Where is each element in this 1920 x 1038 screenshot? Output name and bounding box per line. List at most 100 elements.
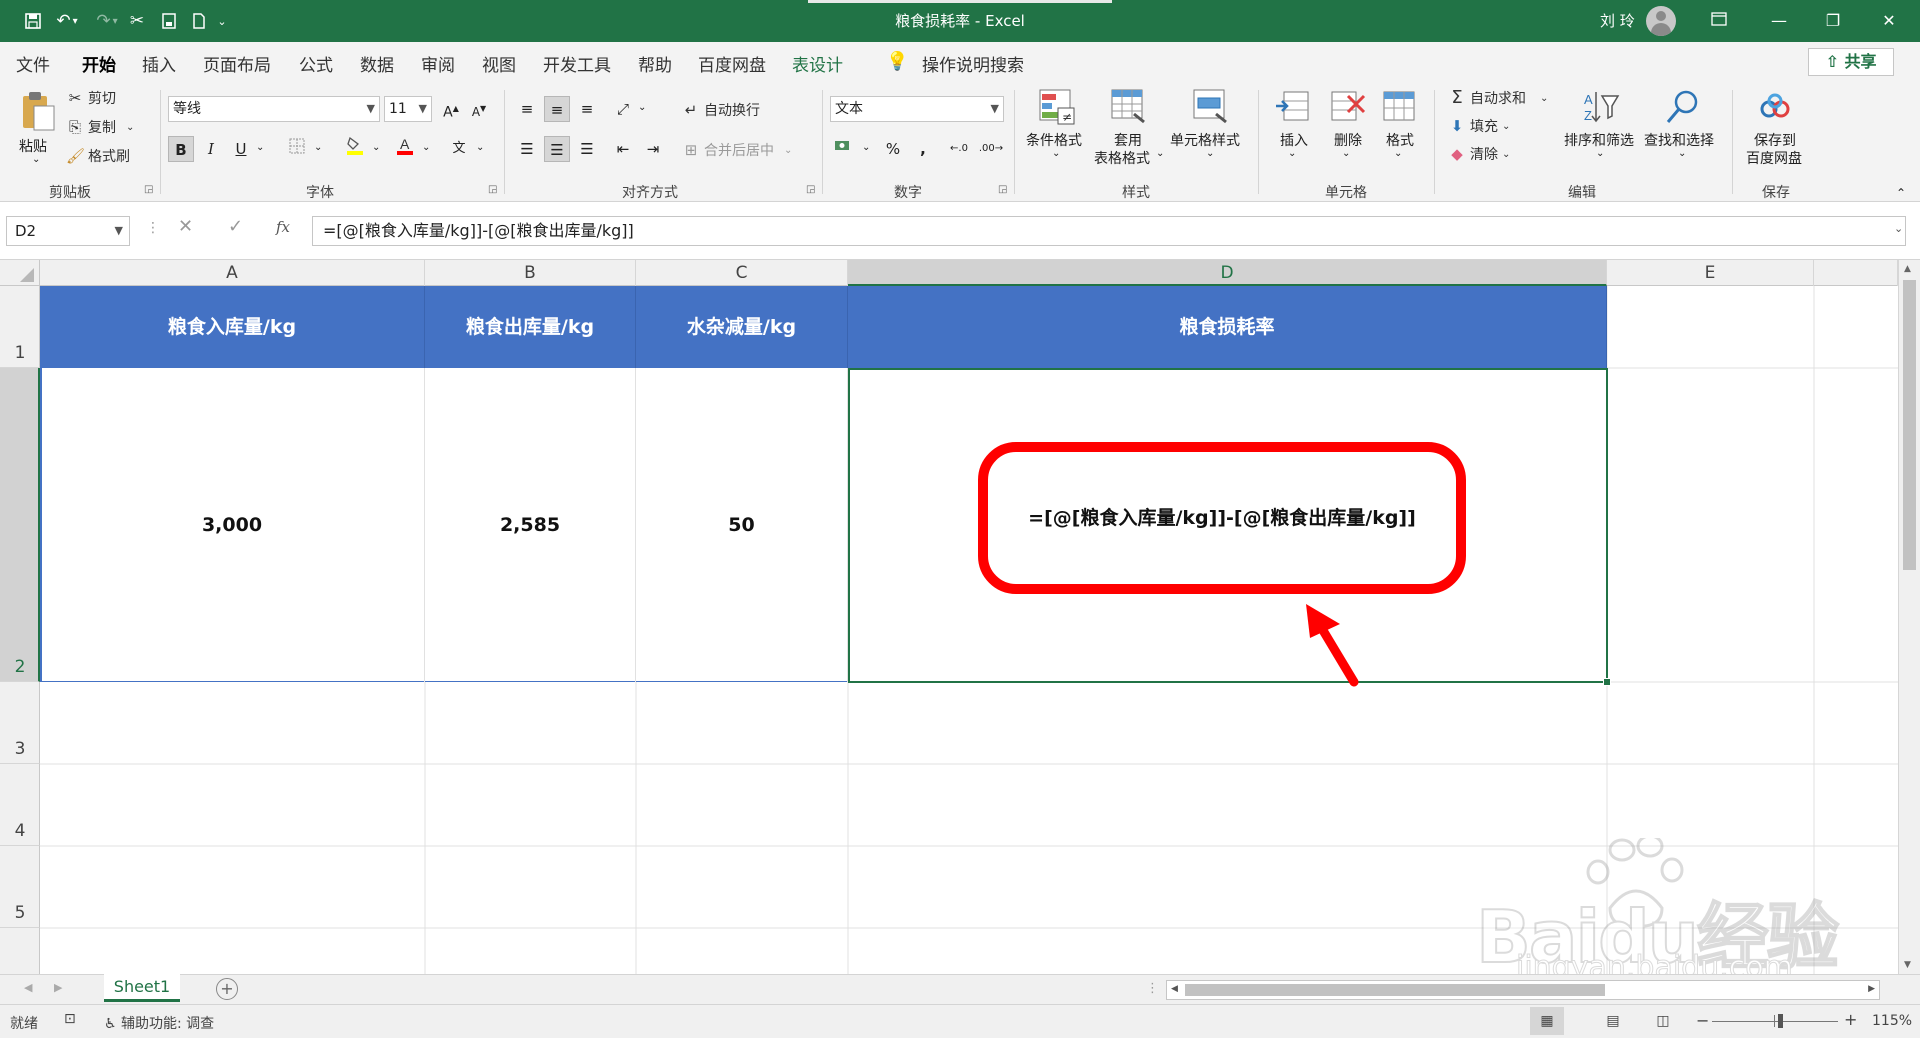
- fill-color-icon[interactable]: [342, 136, 368, 162]
- minimize-icon[interactable]: —: [1756, 4, 1802, 38]
- phonetic-dropdown-icon[interactable]: ⌄: [476, 142, 484, 153]
- fill-button[interactable]: ⬇ 填充 ⌄: [1448, 116, 1511, 136]
- close-icon[interactable]: ✕: [1866, 4, 1912, 38]
- collapse-ribbon-icon[interactable]: ⌃: [1896, 186, 1906, 200]
- table-header-cell[interactable]: 粮食出库量/kg: [425, 286, 636, 368]
- ribbon-display-options-icon[interactable]: [1696, 4, 1742, 38]
- scroll-right-icon[interactable]: ▶: [1868, 984, 1875, 994]
- find-select-button[interactable]: 查找和选择 ⌄: [1642, 88, 1722, 178]
- shrink-font-icon[interactable]: A▼: [466, 96, 492, 122]
- name-box[interactable]: D2 ▼: [6, 216, 130, 246]
- macro-record-icon[interactable]: ⊡: [64, 1011, 76, 1027]
- merge-center-button[interactable]: ⊞ 合并后居中 ⌄: [682, 140, 793, 160]
- user-name[interactable]: 刘 玲: [1600, 10, 1635, 31]
- tell-me-search[interactable]: 操作说明搜索: [922, 51, 1024, 76]
- table-cell[interactable]: 2,585: [425, 368, 636, 682]
- increase-indent-icon[interactable]: ⇥: [640, 136, 666, 162]
- zoom-out-icon[interactable]: −: [1696, 1011, 1709, 1030]
- tab-home[interactable]: 开始: [82, 51, 116, 85]
- font-size-select[interactable]: 11 ▼: [384, 96, 432, 122]
- restore-icon[interactable]: ❐: [1810, 4, 1856, 38]
- zoom-in-icon[interactable]: +: [1844, 1010, 1857, 1029]
- bold-button[interactable]: B: [168, 136, 194, 162]
- alignment-launcher-icon[interactable]: ◲: [806, 184, 815, 195]
- table-header-cell[interactable]: 粮食损耗率: [848, 286, 1607, 368]
- autosum-button[interactable]: Σ 自动求和 ⌄: [1448, 88, 1548, 108]
- confirm-entry-icon[interactable]: ✓: [228, 216, 243, 237]
- delete-cells-button[interactable]: 删除 ⌄: [1322, 88, 1372, 178]
- save-to-baidu-button[interactable]: 保存到 百度网盘: [1742, 88, 1810, 178]
- tab-data[interactable]: 数据: [360, 51, 394, 76]
- align-left-icon[interactable]: ☰: [514, 136, 540, 162]
- table-header-cell[interactable]: 水杂减量/kg: [636, 286, 848, 368]
- decrease-indent-icon[interactable]: ⇤: [610, 136, 636, 162]
- column-header-d[interactable]: D: [848, 260, 1607, 286]
- align-right-icon[interactable]: ☰: [574, 136, 600, 162]
- format-as-table-button[interactable]: 套用 表格格式 ⌄: [1090, 88, 1166, 178]
- active-cell-d2[interactable]: =[@[粮食入库量/kg]]-[@[粮食出库量/kg]]: [848, 368, 1611, 687]
- align-bottom-icon[interactable]: ≡: [574, 96, 600, 122]
- accounting-format-icon[interactable]: [830, 136, 856, 162]
- phonetic-icon[interactable]: 文: [446, 136, 472, 162]
- accounting-dropdown-icon[interactable]: ⌄: [862, 142, 870, 153]
- font-color-icon[interactable]: A: [392, 136, 418, 162]
- split-handle-icon[interactable]: ⋮: [1146, 981, 1159, 996]
- column-header-f[interactable]: [1814, 260, 1898, 286]
- share-button[interactable]: ⇧ 共享: [1808, 48, 1894, 76]
- increase-decimal-icon[interactable]: ←.0: [946, 136, 972, 162]
- fill-handle[interactable]: [1603, 678, 1611, 686]
- cancel-entry-icon[interactable]: ✕: [178, 216, 193, 237]
- page-break-preview-icon[interactable]: ◫: [1646, 1007, 1680, 1035]
- normal-view-icon[interactable]: ▦: [1530, 1007, 1564, 1035]
- cell-styles-button[interactable]: 单元格样式 ⌄: [1168, 88, 1252, 178]
- row-header-5[interactable]: 5: [0, 846, 40, 928]
- borders-dropdown-icon[interactable]: ⌄: [314, 142, 322, 153]
- tab-file[interactable]: 文件: [16, 51, 50, 76]
- underline-button[interactable]: U: [228, 136, 254, 162]
- italic-button[interactable]: I: [198, 136, 224, 162]
- vertical-scrollbar[interactable]: ▲ ▼: [1898, 260, 1920, 974]
- clear-button[interactable]: ◆ 清除 ⌄: [1448, 144, 1510, 164]
- scroll-down-icon[interactable]: ▼: [1904, 960, 1911, 970]
- borders-icon[interactable]: [284, 136, 310, 162]
- align-top-icon[interactable]: ≡: [514, 96, 540, 122]
- insert-function-icon[interactable]: fx: [276, 218, 290, 236]
- tab-view[interactable]: 视图: [482, 51, 516, 76]
- accessibility-status[interactable]: ♿ 辅助功能: 调查: [104, 1013, 214, 1033]
- scroll-left-icon[interactable]: ◀: [1171, 984, 1178, 994]
- conditional-formatting-button[interactable]: ≠ 条件格式 ⌄: [1024, 88, 1090, 176]
- horizontal-scrollbar[interactable]: ◀ ▶: [1166, 980, 1880, 1000]
- zoom-level[interactable]: 115%: [1872, 1013, 1912, 1029]
- number-launcher-icon[interactable]: ◲: [998, 184, 1007, 195]
- zoom-slider-thumb[interactable]: [1778, 1014, 1783, 1028]
- wrap-text-button[interactable]: ↵ 自动换行: [682, 100, 760, 120]
- add-sheet-icon[interactable]: +: [216, 978, 238, 1000]
- row-header-3[interactable]: 3: [0, 682, 40, 764]
- tab-developer[interactable]: 开发工具: [543, 51, 611, 76]
- font-name-select[interactable]: 等线 ▼: [168, 96, 380, 122]
- column-header-a[interactable]: A: [40, 260, 425, 286]
- sheet-tab-sheet1[interactable]: Sheet1: [104, 974, 180, 1002]
- select-all-corner[interactable]: [0, 260, 40, 286]
- expand-formula-bar-icon[interactable]: ⌄: [1894, 222, 1903, 235]
- clipboard-launcher-icon[interactable]: ◲: [144, 184, 153, 195]
- sort-filter-button[interactable]: AZ 排序和筛选 ⌄: [1562, 88, 1638, 178]
- format-painter-button[interactable]: 🖌 格式刷: [66, 146, 130, 166]
- align-middle-icon[interactable]: ≡: [544, 96, 570, 122]
- paste-button[interactable]: 粘贴 ⌄: [14, 88, 64, 178]
- table-header-cell[interactable]: 粮食入库量/kg: [40, 286, 425, 368]
- row-header-2[interactable]: 2: [0, 368, 40, 682]
- cut-button[interactable]: ✂ 剪切: [66, 88, 116, 108]
- percent-style-button[interactable]: %: [880, 136, 906, 162]
- orientation-icon[interactable]: ⤢: [610, 96, 636, 122]
- format-cells-button[interactable]: 格式 ⌄: [1374, 88, 1424, 178]
- tab-help[interactable]: 帮助: [638, 51, 672, 76]
- next-sheet-icon[interactable]: ▶: [54, 981, 62, 994]
- grow-font-icon[interactable]: A▲: [438, 96, 464, 122]
- table-cell[interactable]: 3,000: [40, 368, 425, 682]
- avatar[interactable]: [1646, 6, 1676, 36]
- number-format-select[interactable]: 文本 ▼: [830, 96, 1004, 122]
- font-launcher-icon[interactable]: ◲: [488, 184, 497, 195]
- tab-insert[interactable]: 插入: [142, 51, 176, 76]
- page-layout-view-icon[interactable]: ▤: [1596, 1007, 1630, 1035]
